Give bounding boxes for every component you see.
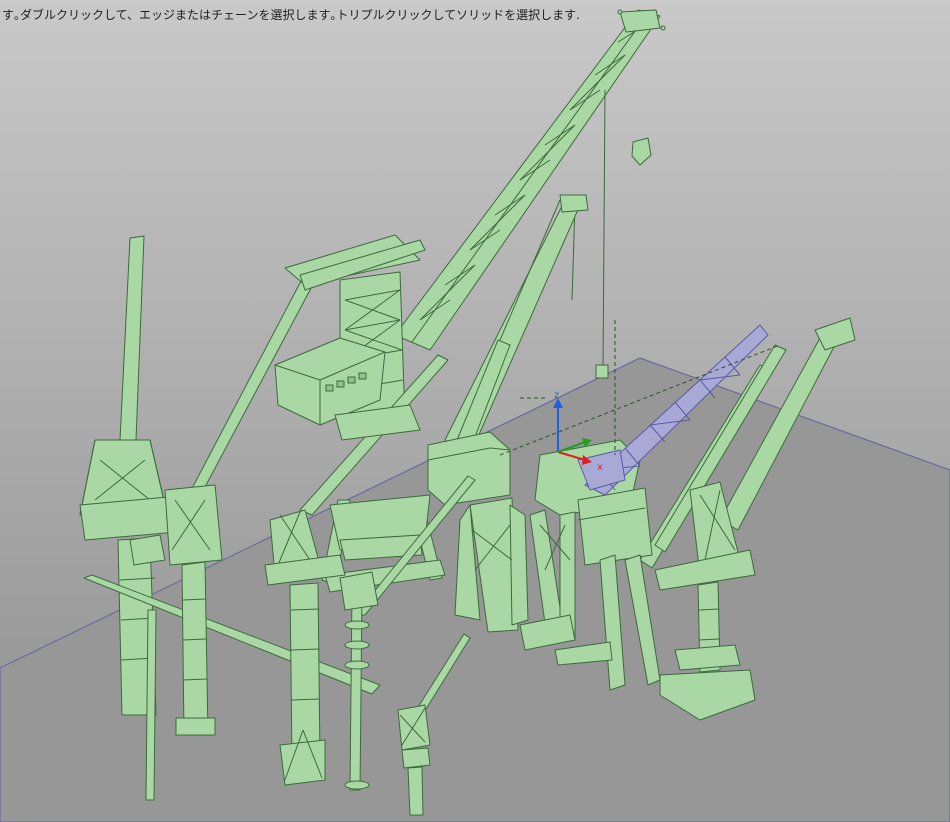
scene-canvas[interactable]: z x bbox=[0, 0, 950, 822]
marker-point bbox=[617, 9, 623, 15]
x-axis-label: x bbox=[597, 462, 603, 473]
cad-3d-viewport[interactable]: z x す｡ダブルクリックして、エッジまたはチェーンを選択します｡トリプルクリッ… bbox=[0, 0, 950, 822]
marker-point bbox=[660, 25, 666, 31]
status-hint-text: す｡ダブルクリックして、エッジまたはチェーンを選択します｡トリプルクリックしてソ… bbox=[2, 8, 580, 22]
z-axis-label: z bbox=[554, 390, 559, 401]
